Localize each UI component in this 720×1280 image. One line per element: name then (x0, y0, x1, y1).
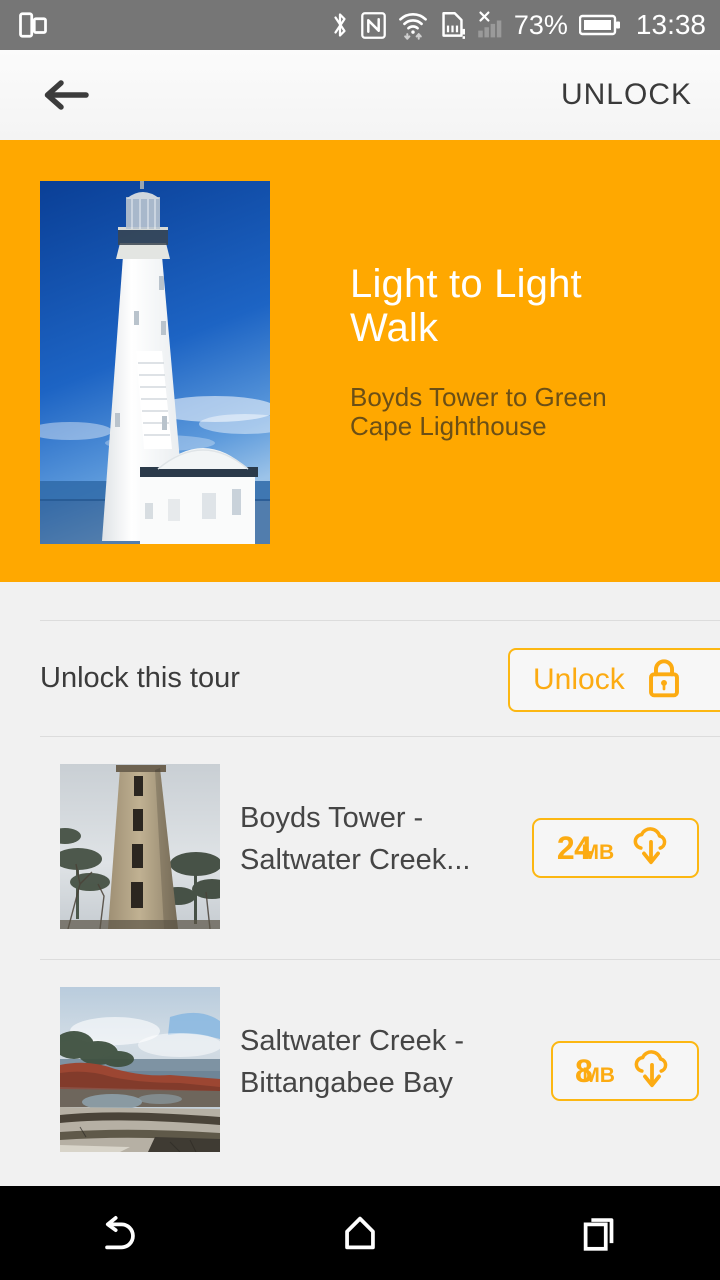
cloud-download-icon (628, 824, 674, 873)
lighthouse-photo (40, 181, 270, 544)
bluetooth-icon (330, 10, 350, 40)
system-nav-bar (0, 1186, 720, 1280)
home-nav-icon[interactable] (240, 1186, 480, 1280)
download-size: 8 MB (575, 1053, 615, 1090)
cellular-signal-off-icon (476, 10, 503, 40)
tour-hero: Light to Light Walk Boyds Tower to Green… (0, 140, 720, 582)
tour-item-title: Boyds Tower - Saltwater Creek... (240, 802, 471, 876)
app-bar-unlock-action[interactable]: UNLOCK (561, 78, 692, 112)
back-nav-icon[interactable] (0, 1186, 240, 1280)
download-button[interactable]: 8 MB (551, 1041, 699, 1101)
download-button[interactable]: 24 MB (532, 818, 699, 878)
download-size-unit: MB (582, 1063, 615, 1087)
app-screen: 73% 13:38 UNLOCK Light to Light Walk Boy… (0, 0, 720, 1280)
status-bar: 73% 13:38 (0, 0, 720, 50)
back-arrow-icon[interactable] (38, 67, 94, 123)
unlock-button[interactable]: Unlock (508, 648, 720, 712)
multi-window-icon (18, 10, 48, 40)
bittangabee-bay-photo (60, 987, 220, 1152)
unlock-tour-label: Unlock this tour (40, 662, 240, 694)
nfc-icon (361, 11, 386, 39)
content-top-spacer (0, 582, 720, 620)
sim-card-alert-icon (440, 11, 465, 39)
unlock-button-label: Unlock (533, 663, 625, 696)
status-clock: 13:38 (635, 9, 706, 40)
wifi-icon (397, 10, 429, 40)
hero-text-block: Light to Light Walk Boyds Tower to Green… (350, 262, 690, 441)
tour-item-title: Saltwater Creek - Bittangabee Bay (240, 1025, 465, 1099)
battery-icon (578, 13, 621, 37)
tour-subtitle: Boyds Tower to Green Cape Lighthouse (350, 382, 607, 441)
tour-list-item[interactable]: Saltwater Creek - Bittangabee Bay 8 MB (0, 960, 720, 1182)
tour-list-item[interactable]: Boyds Tower - Saltwater Creek... 24 MB (0, 737, 720, 959)
cloud-download-icon (629, 1047, 675, 1096)
lock-icon (645, 657, 683, 704)
tour-title: Light to Light Walk (350, 262, 582, 350)
battery-percent-label: 73% (513, 9, 568, 40)
recents-nav-icon[interactable] (480, 1186, 720, 1280)
download-size: 24 MB (557, 830, 614, 867)
tour-content: Unlock this tour Unlock Boyds Tower - Sa… (0, 582, 720, 1186)
unlock-tour-row: Unlock this tour Unlock (0, 621, 720, 736)
app-bar: UNLOCK (0, 50, 720, 140)
boyds-tower-photo (60, 764, 220, 929)
download-size-unit: MB (581, 840, 615, 864)
